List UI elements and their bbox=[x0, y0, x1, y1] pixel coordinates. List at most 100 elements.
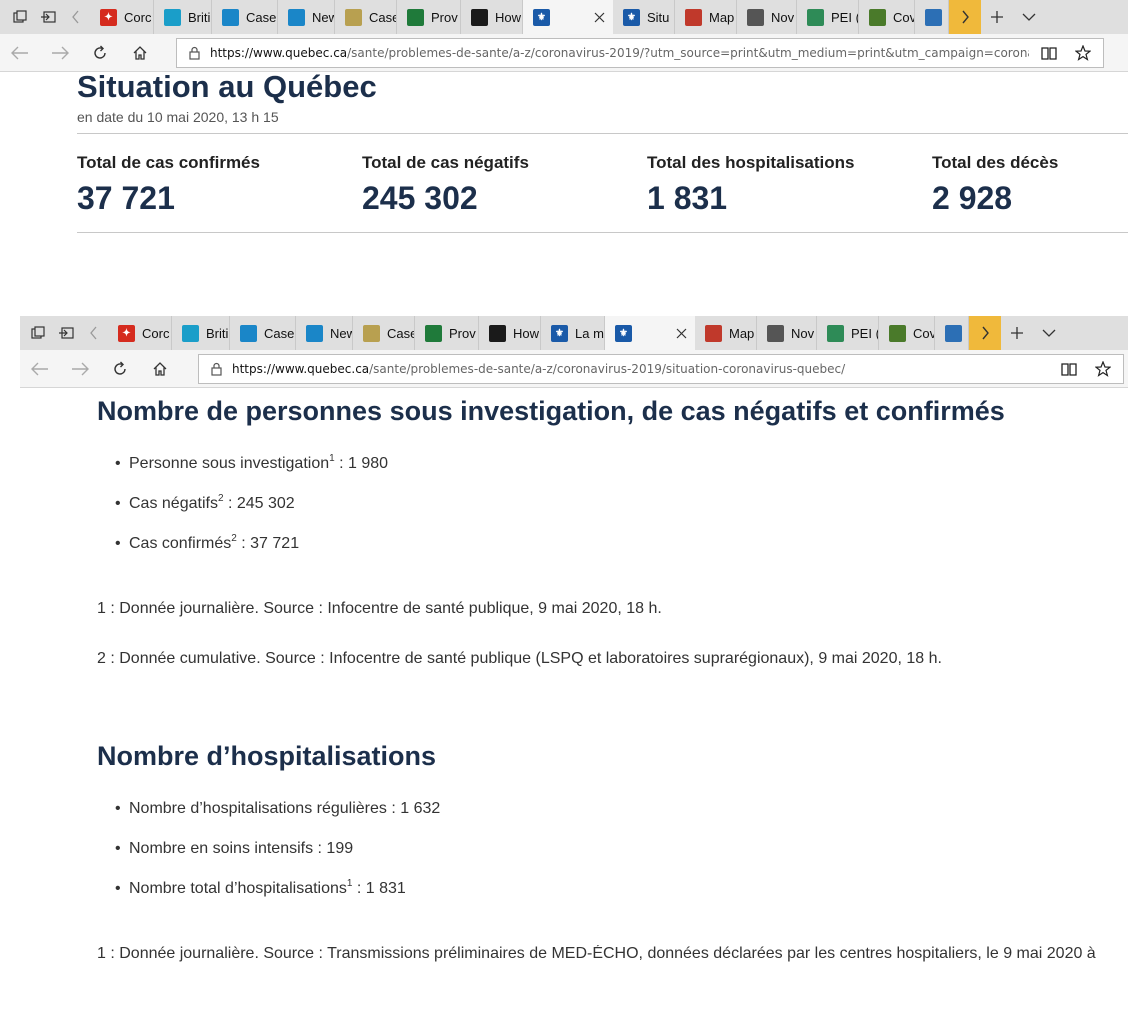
tab-item[interactable]: ✦ Corc bbox=[108, 316, 172, 350]
bullet-icon: • bbox=[115, 495, 121, 512]
back-button[interactable] bbox=[0, 34, 40, 72]
home-icon bbox=[133, 45, 147, 60]
tab-item[interactable]: Briti bbox=[172, 316, 230, 350]
tab-item[interactable]: Cov bbox=[879, 316, 935, 350]
footnote: 2 : Donnée cumulative. Source : Infocent… bbox=[97, 650, 942, 667]
list-item: • Personne sous investigation 1 : 1 980 bbox=[115, 453, 388, 495]
tab-title: Cov bbox=[893, 9, 914, 25]
tab-item[interactable]: How bbox=[461, 0, 523, 34]
nl-icon bbox=[945, 324, 962, 342]
chart-app-icon bbox=[222, 8, 239, 26]
tab-item[interactable]: C bbox=[935, 316, 969, 350]
tab-item[interactable]: Nov bbox=[737, 0, 797, 34]
chevron-down-icon bbox=[1042, 329, 1056, 337]
tab-item[interactable]: PEI ( bbox=[817, 316, 879, 350]
tab-title: Map bbox=[729, 325, 755, 341]
tab-item[interactable]: New bbox=[296, 316, 353, 350]
tab-item[interactable]: Cov bbox=[859, 0, 915, 34]
refresh-button[interactable] bbox=[80, 34, 120, 72]
tab-menu-button[interactable] bbox=[1013, 0, 1045, 34]
tab-item[interactable]: Case bbox=[353, 316, 415, 350]
scroll-tabs-left-button[interactable] bbox=[80, 316, 108, 350]
close-tab-button[interactable] bbox=[676, 328, 687, 339]
refresh-icon bbox=[114, 361, 126, 375]
set-aside-tabs-button[interactable] bbox=[34, 0, 62, 34]
divider bbox=[77, 232, 1128, 233]
footnote-ref: 2 bbox=[217, 493, 224, 504]
stat-card: Total de cas confirmés 37 721 bbox=[77, 153, 260, 217]
scroll-tabs-right-button[interactable] bbox=[949, 0, 981, 34]
reading-view-icon[interactable] bbox=[1041, 46, 1057, 60]
tab-item[interactable]: Case bbox=[212, 0, 278, 34]
list-item: • Cas confirmés 2 : 37 721 bbox=[115, 533, 388, 575]
forward-button[interactable] bbox=[60, 350, 100, 388]
tab-title: Briti bbox=[206, 325, 229, 341]
refresh-button[interactable] bbox=[100, 350, 140, 388]
tab-menu-button[interactable] bbox=[1033, 316, 1065, 350]
chart-app-icon bbox=[306, 324, 323, 342]
tab-item[interactable]: Prov bbox=[415, 316, 479, 350]
home-button[interactable] bbox=[140, 350, 180, 388]
tab-preview-button[interactable] bbox=[24, 316, 52, 350]
tab-item[interactable]: ⚜ La m bbox=[541, 316, 605, 350]
tab-title: Prov bbox=[431, 9, 458, 25]
fleur-de-lis-icon: ⚜ bbox=[615, 324, 632, 342]
bullet-icon: • bbox=[115, 840, 121, 857]
maple-leaf-icon: ✦ bbox=[100, 8, 117, 26]
tab-title: How bbox=[513, 325, 540, 341]
tab-item[interactable]: ✦ Corc bbox=[90, 0, 154, 34]
tab-item[interactable]: Map bbox=[695, 316, 757, 350]
ns-icon bbox=[747, 8, 764, 26]
tab-bar: ✦ Corc Briti Case New Case Prov How ⚜ ⚜ Situ Map Nov… bbox=[0, 0, 1128, 34]
tab-preview-button[interactable] bbox=[6, 0, 34, 34]
scroll-tabs-left-button[interactable] bbox=[62, 0, 90, 34]
reading-view-icon[interactable] bbox=[1061, 362, 1077, 376]
chevron-right-icon bbox=[962, 10, 969, 24]
footnote: 1 : Donnée journalière. Source : Transmi… bbox=[97, 945, 1096, 962]
tab-item[interactable]: Map bbox=[675, 0, 737, 34]
new-tab-button[interactable] bbox=[981, 0, 1013, 34]
list-item: • Cas négatifs 2 : 245 302 bbox=[115, 493, 388, 535]
forward-button[interactable] bbox=[40, 34, 80, 72]
stat-label: Total des hospitalisations bbox=[647, 153, 855, 172]
chevron-down-icon bbox=[1022, 13, 1036, 21]
scroll-tabs-right-button[interactable] bbox=[969, 316, 1001, 350]
set-aside-icon bbox=[59, 327, 74, 339]
url-field[interactable]: https://www.quebec.ca/sante/problemes-de… bbox=[198, 354, 1124, 384]
tab-item[interactable]: Nov bbox=[757, 316, 817, 350]
new-tab-button[interactable] bbox=[1001, 316, 1033, 350]
close-tab-button[interactable] bbox=[594, 12, 605, 23]
bullet-icon: • bbox=[115, 880, 121, 897]
back-button[interactable] bbox=[20, 350, 60, 388]
bullet-icon: • bbox=[115, 800, 121, 817]
sask-icon bbox=[425, 324, 442, 342]
tab-item[interactable]: How bbox=[479, 316, 541, 350]
tab-item[interactable]: ⚜ bbox=[605, 316, 695, 350]
set-aside-tabs-button[interactable] bbox=[52, 316, 80, 350]
tab-item[interactable]: Case bbox=[335, 0, 397, 34]
tab-item[interactable]: New bbox=[278, 0, 335, 34]
favorite-star-icon[interactable] bbox=[1075, 45, 1091, 61]
tab-item[interactable]: PEI ( bbox=[797, 0, 859, 34]
item-label: Nombre en soins intensifs bbox=[129, 840, 314, 857]
stat-value: 1 831 bbox=[647, 180, 728, 216]
item-label: Nombre d’hospitalisations régulières bbox=[129, 800, 387, 817]
tab-item[interactable]: ⚜ bbox=[523, 0, 613, 34]
close-icon bbox=[594, 12, 605, 22]
home-button[interactable] bbox=[120, 34, 160, 72]
fleur-de-lis-icon: ⚜ bbox=[551, 324, 568, 342]
tab-item[interactable]: Prov bbox=[397, 0, 461, 34]
tab-title: Nov bbox=[771, 9, 795, 25]
stat-value: 245 302 bbox=[362, 180, 478, 216]
favorite-star-icon[interactable] bbox=[1095, 361, 1111, 377]
section-heading-hospitalisations: Nombre d’hospitalisations bbox=[97, 741, 437, 771]
tab-item[interactable]: Case bbox=[230, 316, 296, 350]
tab-item[interactable]: C bbox=[915, 0, 949, 34]
globe-icon bbox=[869, 8, 886, 26]
tab-item[interactable]: ⚜ Situ bbox=[613, 0, 675, 34]
tab-item[interactable]: Briti bbox=[154, 0, 212, 34]
tab-title: La m bbox=[575, 325, 604, 341]
ns-icon bbox=[767, 324, 784, 342]
url-field[interactable]: https://www.quebec.ca/sante/problemes-de… bbox=[176, 38, 1104, 68]
report-date: en date du 10 mai 2020, 13 h 15 bbox=[77, 109, 279, 125]
